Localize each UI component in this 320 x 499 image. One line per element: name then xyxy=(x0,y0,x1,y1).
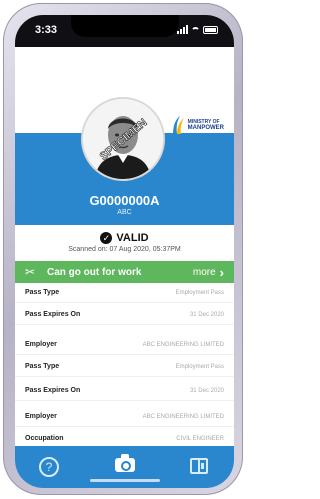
signal-icon xyxy=(177,25,188,34)
detail-row: Pass Expires On 31 Dec 2020 xyxy=(15,381,234,401)
validity-status: ✓ VALID xyxy=(15,232,234,244)
detail-key: Employer xyxy=(25,341,57,348)
ministry-logo: MINISTRY OF MANPOWER xyxy=(171,115,224,135)
detail-value: Employment Pass xyxy=(175,289,224,296)
tools-icon: ✂ xyxy=(25,265,36,279)
detail-key: Pass Expires On xyxy=(25,387,81,394)
ministry-line-2: MANPOWER xyxy=(187,125,224,131)
detail-row: Pass Type Employment Pass xyxy=(15,283,234,303)
pass-number: G0000000A xyxy=(89,193,160,208)
profile-photo: SPECIMEN xyxy=(81,97,165,181)
bottom-nav: ? xyxy=(15,446,234,488)
system-icons xyxy=(177,25,218,34)
portrait-icon: SPECIMEN xyxy=(83,99,163,179)
more-link[interactable]: more xyxy=(193,267,216,278)
detail-key: Pass Expires On xyxy=(25,311,81,318)
battery-icon xyxy=(203,26,218,34)
detail-row: Employer ABC ENGINEERING LIMITED xyxy=(15,407,234,427)
detail-value: 31 Dec 2020 xyxy=(189,387,224,394)
detail-row: Pass Expires On 31 Dec 2020 xyxy=(15,305,234,325)
ministry-emblem-icon xyxy=(172,116,184,134)
detail-row: Pass Type Employment Pass xyxy=(15,357,234,377)
detail-row: Employer ABC ENGINEERING LIMITED xyxy=(15,335,234,355)
help-icon[interactable]: ? xyxy=(39,457,59,477)
banner-text: Can go out for work xyxy=(47,266,142,278)
book-icon[interactable] xyxy=(190,458,208,474)
home-indicator xyxy=(90,479,160,482)
app-screen: 3:33 SPECIMEN MINISTRY OF MANPOWER G0000… xyxy=(15,15,234,488)
valid-label: VALID xyxy=(116,232,149,244)
detail-value: ABC ENGINEERING LIMITED xyxy=(142,413,224,420)
scanned-timestamp: Scanned on: 07 Aug 2020, 05:37PM xyxy=(68,246,181,253)
detail-value: Employment Pass xyxy=(175,363,224,370)
detail-key: Pass Type xyxy=(25,289,60,296)
status-time: 3:33 xyxy=(35,24,58,36)
ministry-name: MINISTRY OF MANPOWER xyxy=(188,119,224,131)
camera-icon[interactable] xyxy=(115,454,135,472)
company-short-name: ABC xyxy=(117,209,132,216)
detail-value: ABC ENGINEERING LIMITED xyxy=(142,341,224,348)
detail-value: CIVIL ENGINEER xyxy=(176,435,224,442)
work-status-banner[interactable]: ✂ Can go out for work more › xyxy=(15,261,234,283)
detail-key: Occupation xyxy=(25,435,64,442)
notch xyxy=(71,15,179,37)
detail-key: Employer xyxy=(25,413,57,420)
chevron-right-icon[interactable]: › xyxy=(220,265,224,280)
check-icon: ✓ xyxy=(100,232,113,244)
phone-frame: 3:33 SPECIMEN MINISTRY OF MANPOWER G0000… xyxy=(3,3,243,495)
status-bar: 3:33 xyxy=(15,15,234,47)
detail-value: 31 Dec 2020 xyxy=(189,311,224,318)
wifi-icon xyxy=(191,27,200,34)
detail-key: Pass Type xyxy=(25,363,60,370)
